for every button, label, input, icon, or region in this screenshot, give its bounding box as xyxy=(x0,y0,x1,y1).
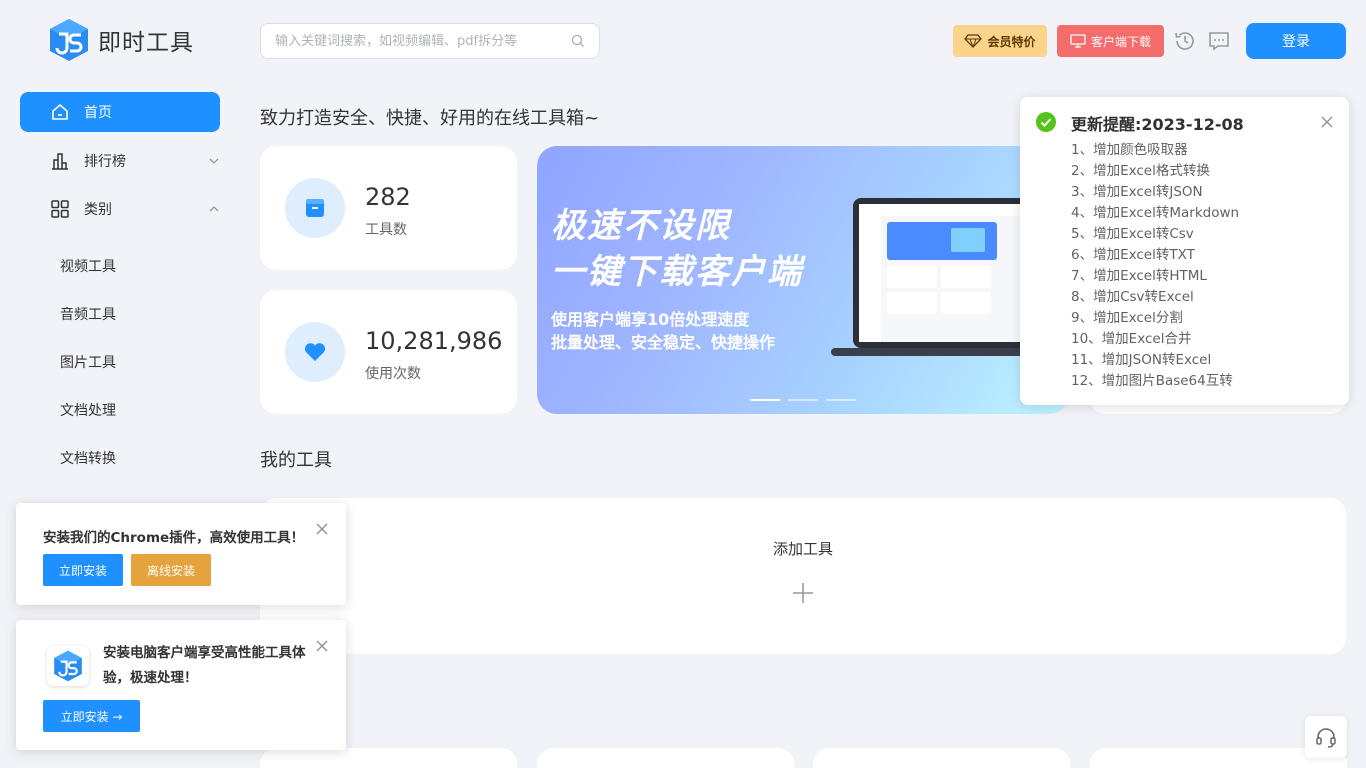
banner-dot[interactable] xyxy=(750,399,780,401)
success-check-icon xyxy=(1036,112,1056,132)
stat-value: 282 xyxy=(365,183,411,211)
client-download-button[interactable]: 客户端下载 xyxy=(1057,25,1164,57)
install-now-button[interactable]: 立即安装 xyxy=(43,554,123,586)
sidebar-item-ranking[interactable]: 排行榜 xyxy=(20,141,220,181)
stat-card-tool-count: 282 工具数 xyxy=(260,146,517,270)
chrome-plugin-text: 安装我们的Chrome插件，高效使用工具！ xyxy=(43,530,305,546)
plus-icon[interactable] xyxy=(792,582,814,604)
sidebar-item-category[interactable]: 类别 xyxy=(20,189,220,229)
search-icon[interactable] xyxy=(571,34,585,48)
message-icon[interactable] xyxy=(1207,29,1231,53)
banner-pagination xyxy=(750,399,856,401)
notification-item: 4、增加Excel转Markdown xyxy=(1071,205,1240,221)
notification-item: 7、增加Excel转HTML xyxy=(1071,268,1207,284)
client-install-button[interactable]: 立即安装 → xyxy=(43,700,140,732)
chevron-down-icon xyxy=(209,158,219,164)
notification-item: 12、增加图片Base64互转 xyxy=(1071,373,1233,389)
monitor-icon xyxy=(1070,34,1086,48)
client-download-label: 客户端下载 xyxy=(1090,34,1151,49)
bar-chart-icon xyxy=(52,153,68,170)
notification-item: 3、增加Excel转JSON xyxy=(1071,184,1203,200)
sidebar-item-label: 类别 xyxy=(84,202,112,218)
close-icon[interactable] xyxy=(1321,116,1333,128)
app-title: 即时工具 xyxy=(98,30,194,56)
notification-item: 11、增加JSON转Excel xyxy=(1071,352,1212,368)
home-icon xyxy=(52,103,68,120)
sidebar-item-home[interactable]: 首页 xyxy=(20,92,220,132)
vip-deal-label: 会员特价 xyxy=(987,34,1036,49)
search-input[interactable] xyxy=(275,33,571,49)
offline-install-button[interactable]: 离线安装 xyxy=(131,554,211,586)
add-tool-label: 添加工具 xyxy=(772,540,833,558)
notification-item: 10、增加Excel合并 xyxy=(1071,331,1192,347)
sidebar-sub-doc-processing[interactable]: 文档处理 xyxy=(60,400,116,420)
my-tools-title: 我的工具 xyxy=(260,450,332,471)
banner-subtitle-1: 使用客户端享10倍处理速度 xyxy=(551,310,750,329)
add-tool-card[interactable]: 添加工具 xyxy=(260,498,1346,654)
sidebar-item-label: 首页 xyxy=(84,105,112,121)
stat-icon-bg xyxy=(285,178,345,238)
promo-banner[interactable]: 极速不设限 一键下载客户端 使用客户端享10倍处理速度 批量处理、安全稳定、快捷… xyxy=(537,146,1069,414)
tool-card[interactable] xyxy=(260,748,517,768)
update-notification: 更新提醒:2023-12-08 1、增加颜色吸取器 2、增加Excel格式转换 … xyxy=(1020,97,1349,405)
client-install-popup: 安装电脑客户端享受高性能工具体验，极速处理！ 立即安装 → xyxy=(16,620,346,750)
notification-item: 9、增加Excel分割 xyxy=(1071,310,1183,326)
customer-service-button[interactable] xyxy=(1305,716,1347,758)
page-slogan: 致力打造安全、快捷、好用的在线工具箱~ xyxy=(260,108,600,129)
sidebar-item-label: 排行榜 xyxy=(84,154,126,170)
stat-value: 10,281,986 xyxy=(365,327,503,355)
client-logo xyxy=(47,646,89,686)
sidebar-sub-video-tools[interactable]: 视频工具 xyxy=(60,256,116,276)
box-icon xyxy=(306,199,324,217)
headset-icon xyxy=(1316,728,1336,748)
sidebar-sub-image-tools[interactable]: 图片工具 xyxy=(60,352,116,372)
tool-card[interactable] xyxy=(813,748,1070,768)
logo-icon xyxy=(50,19,88,61)
sidebar-sub-doc-conversion[interactable]: 文档转换 xyxy=(60,448,116,468)
notification-item: 8、增加Csv转Excel xyxy=(1071,289,1194,305)
banner-subtitle-2: 批量处理、安全稳定、快捷操作 xyxy=(551,333,776,352)
sidebar-sub-audio-tools[interactable]: 音频工具 xyxy=(60,304,116,324)
logo-icon xyxy=(54,650,82,682)
banner-headline-1: 极速不设限 xyxy=(551,206,731,246)
client-install-text: 安装电脑客户端享受高性能工具体验，极速处理！ xyxy=(103,645,306,686)
notification-item: 2、增加Excel格式转换 xyxy=(1071,163,1210,179)
chrome-plugin-popup: 安装我们的Chrome插件，高效使用工具！ 立即安装 离线安装 xyxy=(16,503,346,605)
stat-card-usage-count: 10,281,986 使用次数 xyxy=(260,290,517,414)
stat-label: 使用次数 xyxy=(365,366,421,382)
banner-dot[interactable] xyxy=(788,399,818,401)
close-icon[interactable] xyxy=(316,523,328,535)
app-logo[interactable]: 即时工具 xyxy=(48,18,194,62)
banner-dot[interactable] xyxy=(826,399,856,401)
login-button[interactable]: 登录 xyxy=(1246,23,1346,59)
diamond-icon xyxy=(964,34,983,48)
notification-title: 更新提醒:2023-12-08 xyxy=(1071,115,1244,134)
tool-card[interactable] xyxy=(537,748,794,768)
chevron-up-icon xyxy=(209,206,219,212)
grid-icon xyxy=(51,200,69,218)
stat-label: 工具数 xyxy=(365,222,407,238)
banner-headline-2: 一键下载客户端 xyxy=(551,252,803,292)
search-bar[interactable] xyxy=(260,23,600,59)
heart-icon xyxy=(304,343,326,361)
vip-deal-button[interactable]: 会员特价 xyxy=(953,25,1047,57)
history-icon[interactable] xyxy=(1173,29,1197,53)
close-icon[interactable] xyxy=(316,640,328,652)
notification-list: 1、增加颜色吸取器 2、增加Excel格式转换 3、增加Excel转JSON 4… xyxy=(1071,140,1239,392)
stat-icon-bg xyxy=(285,322,345,382)
notification-item: 6、增加Excel转TXT xyxy=(1071,247,1195,263)
notification-item: 5、增加Excel转Csv xyxy=(1071,226,1194,242)
notification-item: 1、增加颜色吸取器 xyxy=(1071,142,1188,158)
